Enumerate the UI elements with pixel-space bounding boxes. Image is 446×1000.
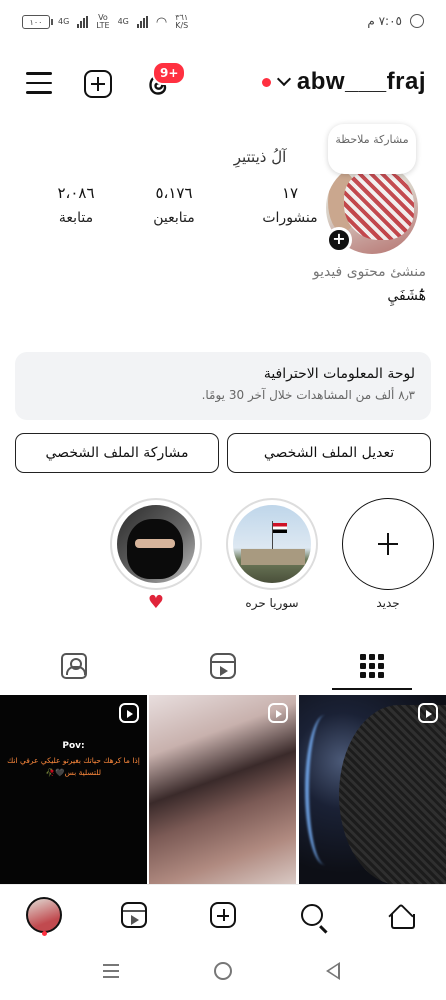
reels-icon [210,653,236,679]
post-thumbnail[interactable] [299,695,446,884]
highlight-cover-image [117,505,195,583]
tagged-person-icon [61,653,87,679]
battery-icon: ١٠٠ [22,15,53,29]
net-speed: ٣٦١ K/S [175,13,189,30]
tab-reels[interactable] [149,640,297,692]
back-triangle-icon[interactable] [326,962,340,980]
profile-header: 9+ abw___fraj [0,60,446,110]
reel-icon [418,703,438,723]
highlight-new[interactable]: جديد [342,498,434,610]
status-left: ١٠٠ 4G Vo LTE 4G ◠ ٣٦١ K/S [22,14,188,30]
profile-category: منشئ محتوى فيديو [312,264,426,280]
stat-following[interactable]: ٢،٠٨٦ متابعة [36,184,116,226]
reels-icon [121,902,147,928]
dashboard-title: لوحة المعلومات الاحترافية [263,366,415,382]
bottom-navigation [0,884,446,944]
profile-bio: هَٰٓٔشَفَيِ [387,288,426,304]
nav-search[interactable] [294,897,330,933]
network-4g-label: 4G [58,17,70,26]
nav-create[interactable] [205,897,241,933]
edit-profile-button[interactable]: تعديل الملف الشخصي [227,433,431,473]
home-circle-icon[interactable] [214,962,232,980]
post-caption-text: إذا ما كرهك حياتك بغيرتو عليكي عرفي انك … [7,756,140,777]
menu-icon[interactable] [26,72,52,96]
signal-bars-icon [77,16,89,28]
post-thumbnail[interactable] [149,695,296,884]
reel-icon [268,703,288,723]
create-post-icon[interactable] [84,70,112,98]
reel-icon [119,703,139,723]
highlight-syria[interactable]: سوريا حره [226,498,318,610]
tab-grid[interactable] [298,640,446,692]
status-right: ٧:٠٥ م [367,14,424,28]
nav-reels[interactable] [116,897,152,933]
flag-icon [273,523,287,533]
unread-dot [261,77,271,87]
content-tabs [0,640,446,692]
avatar-keffiyeh [344,170,414,240]
full-name: آلُ ذيتتيرِ [233,148,287,166]
status-bar: ١٠٠ 4G Vo LTE 4G ◠ ٣٦١ K/S ٧:٠٥ م [0,0,446,48]
volte-label: Vo LTE [96,13,110,30]
share-profile-button[interactable]: مشاركة الملف الشخصي [15,433,219,473]
nav-unread-dot [42,931,47,936]
signal-bars-icon-2 [136,16,148,28]
add-story-plus-icon[interactable]: + [326,227,352,253]
create-icon [210,902,236,928]
grid-icon [360,654,384,678]
whatsapp-icon [410,14,424,28]
highlight-heart[interactable]: ♥ [110,498,202,613]
username: abw___fraj [296,68,426,95]
heart-icon: ♥ [147,592,165,613]
professional-dashboard[interactable]: لوحة المعلومات الاحترافية ٨٫٣ ألف من الم… [15,352,431,420]
plus-icon [342,498,434,590]
dashboard-subtitle: ٨٫٣ ألف من المشاهدات خلال آخر 30 يومًا. [201,388,415,402]
account-switcher[interactable]: abw___fraj [261,68,426,96]
share-note-bubble[interactable]: مشاركة ملاحظة [328,124,416,174]
stat-posts[interactable]: ١٧ منشورات [250,184,330,226]
chevron-down-icon [276,71,291,87]
home-icon [388,903,415,929]
notification-badge: 9+ [152,61,187,85]
highlight-cover-image [233,505,311,583]
status-time: ٧:٠٥ م [367,14,402,28]
nav-profile[interactable] [26,897,62,933]
active-tab-indicator [332,688,412,690]
nav-home[interactable] [383,897,419,933]
search-icon [301,904,323,926]
recent-apps-icon[interactable] [103,964,119,982]
avatar [26,897,62,933]
network-4g-label-2: 4G [117,17,129,26]
system-navigation [0,944,446,1000]
stat-followers[interactable]: ٥،١٧٦ متابعين [134,184,214,226]
wifi-icon: ◠ [155,14,168,30]
post-caption-title: Pov: [62,741,85,751]
tab-tagged[interactable] [0,640,148,692]
post-thumbnail[interactable]: Pov: إذا ما كرهك حياتك بغيرتو عليكي عرفي… [0,695,147,884]
